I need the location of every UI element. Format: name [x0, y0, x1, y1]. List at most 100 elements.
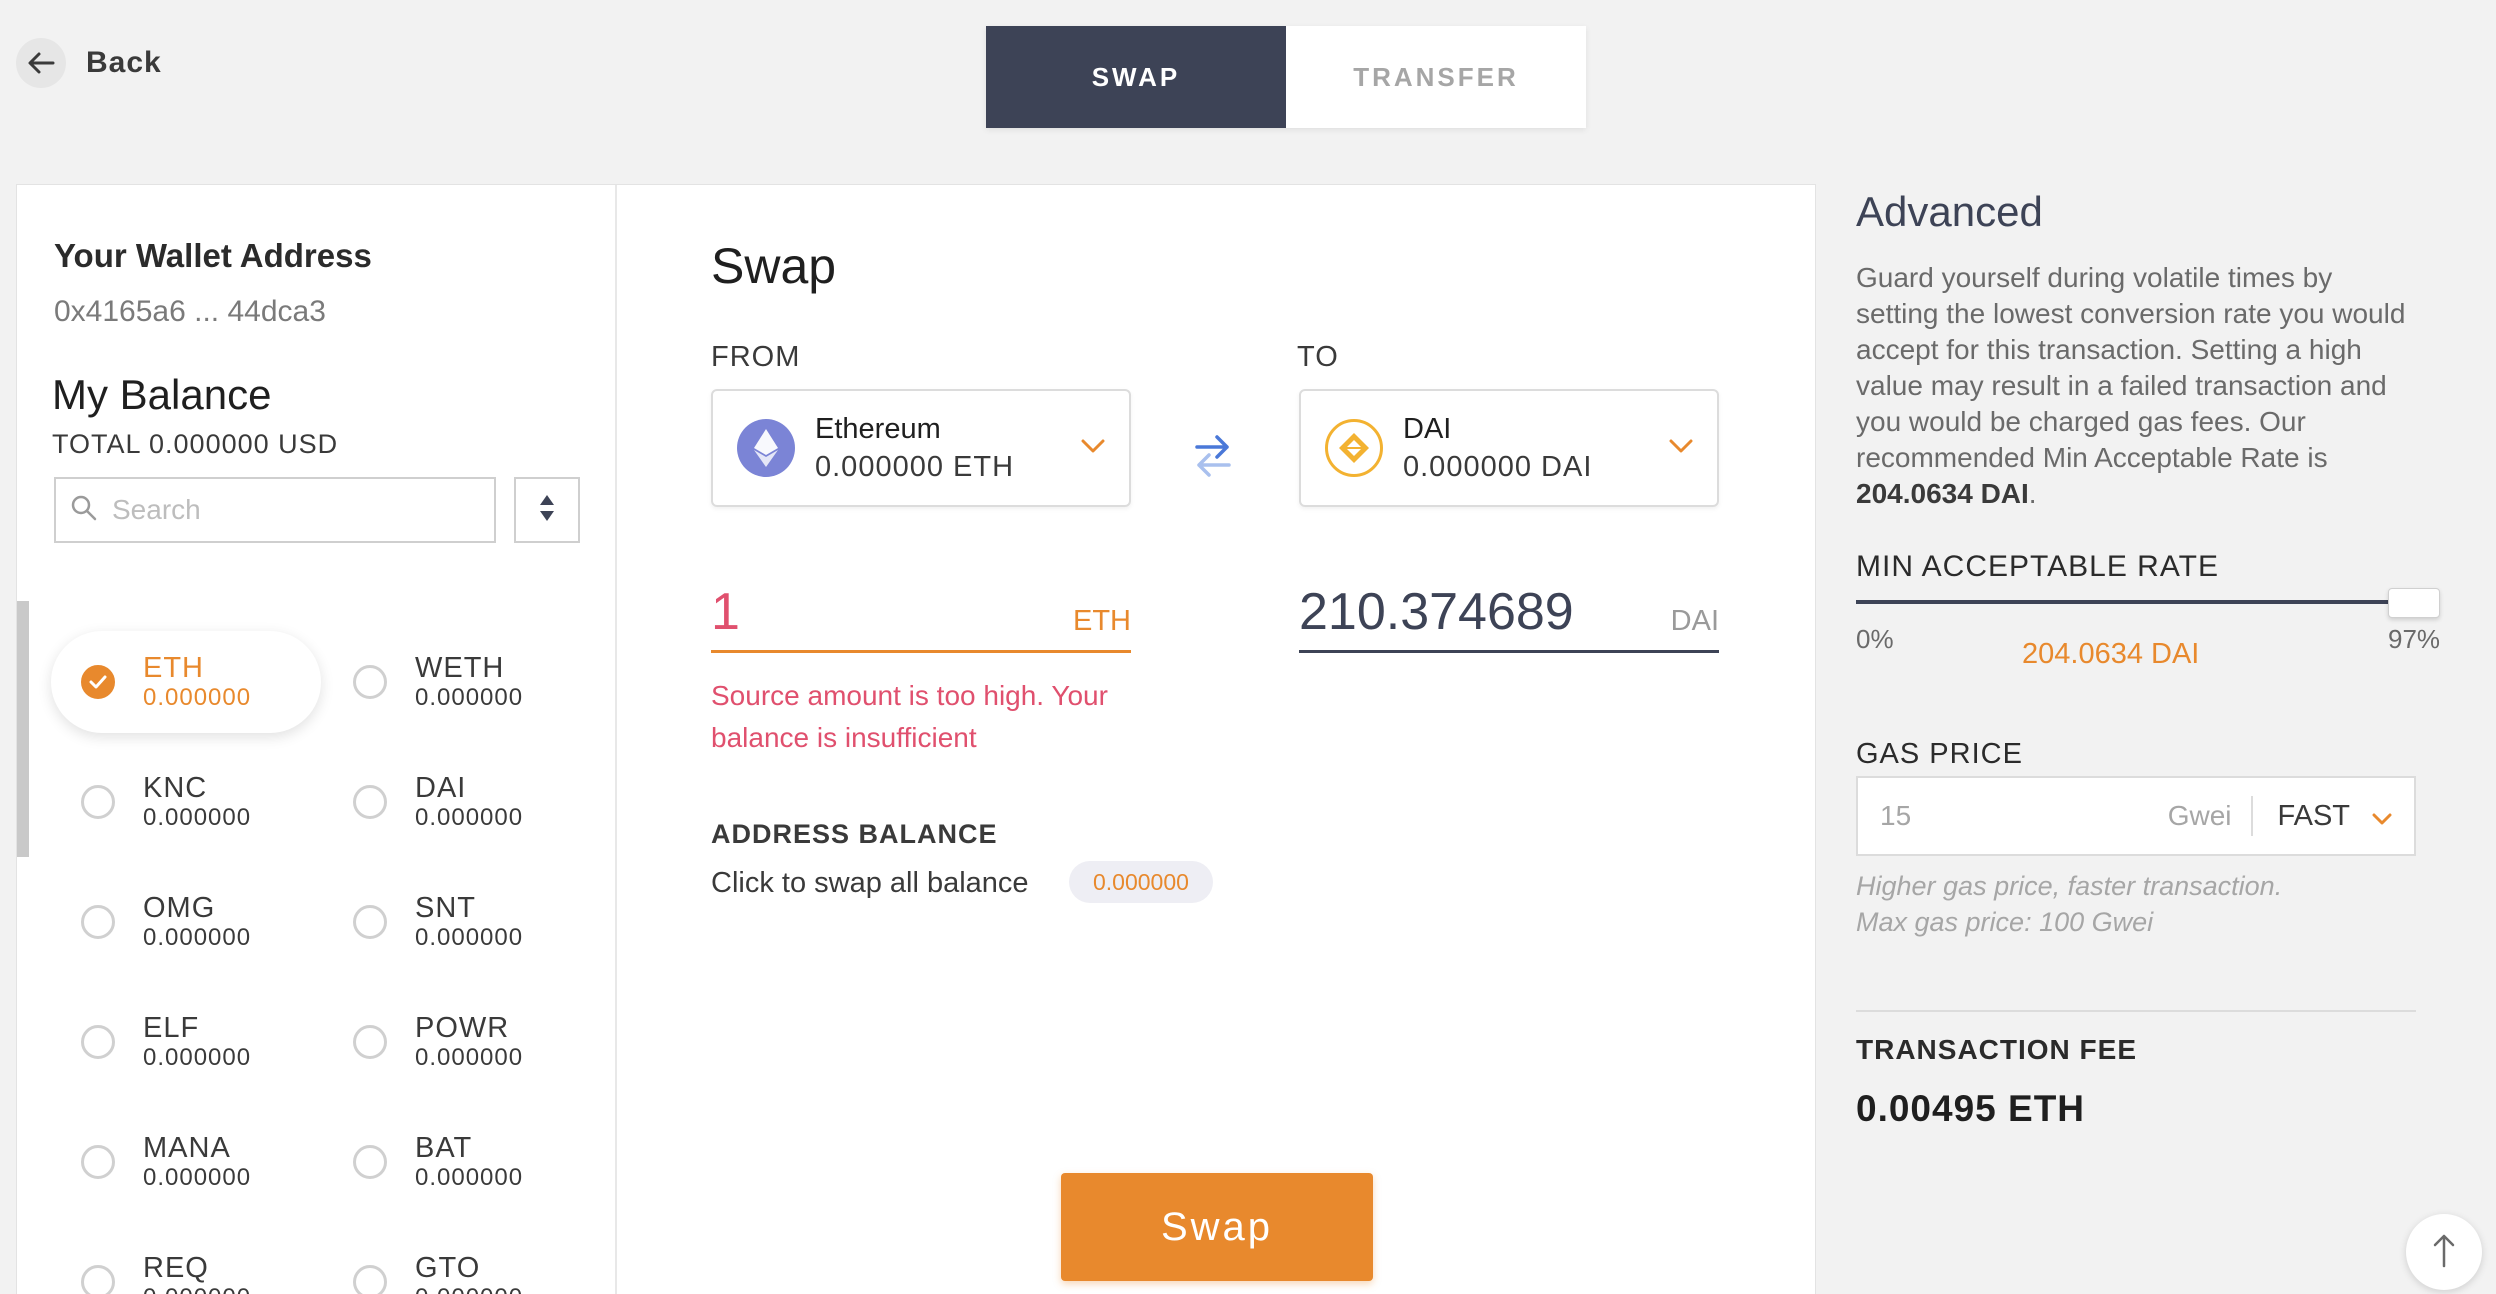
to-amount-input[interactable]: 210.374689 DAI [1299, 577, 1719, 653]
token-info: GTO0.000000 [415, 1252, 523, 1294]
balance-title: My Balance [52, 371, 272, 418]
token-balance: 0.000000 [143, 684, 252, 711]
token-balance: 0.000000 [415, 1044, 524, 1071]
token-item-gto[interactable]: GTO0.000000 [323, 1231, 593, 1294]
tab-transfer[interactable]: TRANSFER [1286, 26, 1586, 128]
radio-icon[interactable] [353, 1145, 387, 1179]
from-amount-unit: ETH [1073, 605, 1131, 637]
token-info: BAT 0.000000 [415, 1132, 523, 1192]
token-balance: 0.000000 [143, 1044, 252, 1071]
radio-icon[interactable] [353, 1025, 387, 1059]
token-item-weth[interactable]: WETH 0.000000 [323, 631, 593, 733]
advanced-title: Advanced [1856, 188, 2043, 235]
swap-title: Swap [711, 238, 837, 294]
radio-icon[interactable] [81, 1025, 115, 1059]
radio-checked-icon[interactable] [81, 665, 115, 699]
token-symbol: DAI [415, 772, 467, 804]
transaction-fee-label: TRANSACTION FEE [1856, 1034, 2137, 1065]
token-item-mana[interactable]: MANA 0.000000 [51, 1111, 321, 1213]
slider-min-label: 0% [1856, 624, 1894, 654]
token-balance: 0.000000 [415, 924, 524, 951]
radio-icon[interactable] [353, 785, 387, 819]
from-token-select[interactable]: Ethereum 0.000000 ETH [711, 389, 1131, 507]
token-symbol: ELF [143, 1012, 200, 1044]
token-balance: 0.000000 [415, 1164, 524, 1191]
swap-arrows-icon[interactable] [1193, 433, 1233, 484]
token-symbol: REQ [143, 1252, 209, 1284]
token-item-elf[interactable]: ELF 0.000000 [51, 991, 321, 1093]
token-item-bat[interactable]: BAT 0.000000 [323, 1111, 593, 1213]
token-info: ETH 0.000000 [143, 652, 251, 712]
token-search-box [54, 477, 496, 543]
token-info: SNT 0.000000 [415, 892, 523, 952]
radio-icon[interactable] [81, 1265, 115, 1294]
token-balance: 0.000000 [415, 804, 524, 831]
token-info: MANA 0.000000 [143, 1132, 251, 1192]
from-token-balance: 0.000000 ETH [815, 451, 1015, 483]
ethereum-icon [737, 419, 795, 477]
token-symbol: KNC [143, 772, 208, 804]
token-symbol: OMG [143, 892, 216, 924]
token-balance: 0.000000 [143, 1164, 252, 1191]
gas-price-field[interactable]: 15 Gwei FAST [1856, 776, 2416, 856]
min-rate-slider-handle[interactable] [2388, 588, 2440, 618]
token-item-powr[interactable]: POWR 0.000000 [323, 991, 593, 1093]
swap-all-balance-chip[interactable]: 0.000000 [1069, 861, 1213, 903]
from-token-name: Ethereum [815, 413, 941, 445]
recommended-rate: 204.0634 DAI [1856, 478, 2029, 509]
back-button[interactable]: Back [16, 38, 162, 88]
token-item-eth[interactable]: ETH 0.000000 [51, 631, 321, 733]
token-symbol: WETH [415, 652, 505, 684]
sort-button[interactable] [514, 477, 580, 543]
token-balance: 0.000000 [143, 924, 252, 951]
chevron-down-icon [2372, 800, 2392, 833]
from-amount-input[interactable]: 1 ETH [711, 577, 1131, 653]
token-item-snt[interactable]: SNT 0.000000 [323, 871, 593, 973]
token-symbol: GTO [415, 1252, 481, 1284]
to-amount-value: 210.374689 [1299, 583, 1574, 641]
gas-price-value[interactable]: 15 [1880, 800, 1911, 832]
gas-speed-label: FAST [2277, 799, 2350, 832]
slider-value: 204.0634 DAI [2022, 638, 2200, 670]
token-balance: 0.000000 [415, 1284, 523, 1294]
tab-swap[interactable]: SWAP [986, 26, 1286, 128]
to-token-info: DAI 0.000000 DAI [1403, 410, 1592, 486]
to-token-select[interactable]: DAI 0.000000 DAI [1299, 389, 1719, 507]
radio-icon[interactable] [353, 905, 387, 939]
token-info: POWR 0.000000 [415, 1012, 523, 1072]
token-item-omg[interactable]: OMG 0.000000 [51, 871, 321, 973]
min-rate-label: MIN ACCEPTABLE RATE [1856, 550, 2219, 583]
transaction-fee-value: 0.00495 ETH [1856, 1088, 2086, 1129]
token-item-req[interactable]: REQ0.000000 [51, 1231, 321, 1294]
token-info: OMG 0.000000 [143, 892, 251, 952]
radio-icon[interactable] [81, 905, 115, 939]
token-info: DAI 0.000000 [415, 772, 523, 832]
token-symbol: ETH [143, 652, 204, 684]
sidebar-scrollbar[interactable] [17, 601, 29, 857]
radio-icon[interactable] [353, 665, 387, 699]
to-token-balance: 0.000000 DAI [1403, 451, 1593, 483]
dai-icon [1325, 419, 1383, 477]
token-item-dai[interactable]: DAI 0.000000 [323, 751, 593, 853]
token-item-knc[interactable]: KNC 0.000000 [51, 751, 321, 853]
scroll-top-button[interactable] [2406, 1214, 2482, 1290]
arrow-up-icon [2432, 1232, 2456, 1273]
min-rate-slider[interactable] [1856, 600, 2436, 604]
back-label: Back [86, 46, 162, 79]
address-balance-hint: Click to swap all balance [711, 867, 1029, 899]
swap-button[interactable]: Swap [1061, 1173, 1373, 1281]
gas-speed-select[interactable]: FAST [2253, 800, 2414, 833]
chevron-down-icon [1669, 439, 1693, 458]
from-label: FROM [711, 341, 801, 373]
address-balance-label: ADDRESS BALANCE [711, 819, 998, 849]
token-info: REQ0.000000 [143, 1252, 251, 1294]
token-balance: 0.000000 [143, 1284, 251, 1294]
radio-icon[interactable] [353, 1265, 387, 1294]
sort-icon [538, 493, 556, 528]
radio-icon[interactable] [81, 785, 115, 819]
radio-icon[interactable] [81, 1145, 115, 1179]
gas-price-unit: Gwei [2167, 800, 2232, 831]
tab-bar: SWAP TRANSFER [986, 26, 1586, 128]
search-input[interactable] [112, 494, 472, 526]
token-balance: 0.000000 [143, 804, 252, 831]
